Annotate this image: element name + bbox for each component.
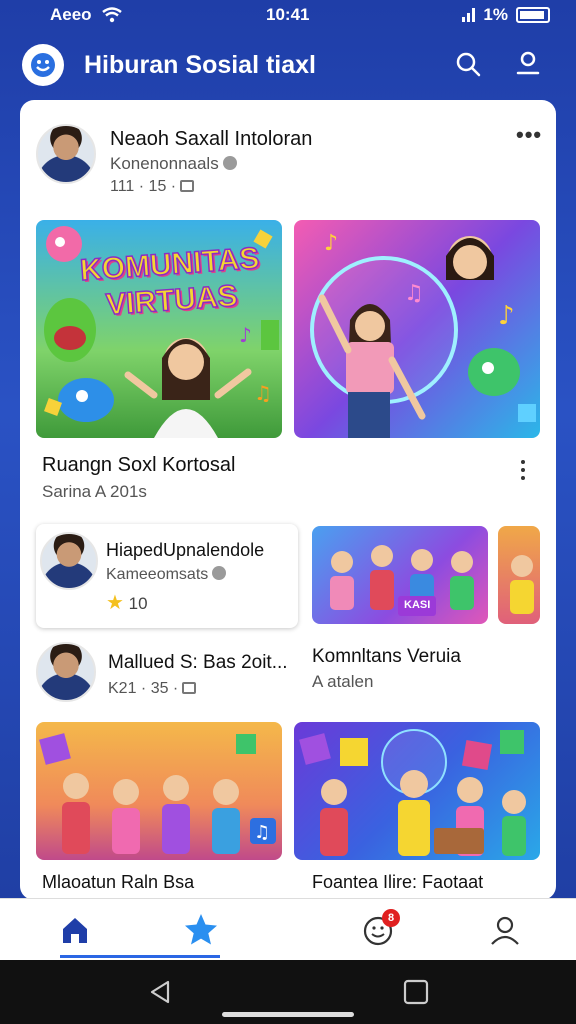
- verified-icon: [212, 566, 227, 580]
- game-party-illustration: [299, 729, 526, 856]
- svg-text:♪: ♪: [239, 323, 252, 347]
- notification-badge: 8: [382, 909, 400, 927]
- section-title[interactable]: Ruangn Soxl Kortosal: [42, 454, 235, 477]
- post-meta: 111 · 15 ·: [110, 178, 195, 196]
- svg-text:♪: ♪: [324, 231, 338, 256]
- nav-notifications[interactable]: 8: [356, 907, 402, 953]
- signal-icon: [462, 8, 476, 22]
- music-party-illustration: ♪ ♫ ♪: [310, 231, 536, 438]
- section-subtitle: Sarina A 201s: [42, 482, 147, 501]
- system-nav-bar: [0, 960, 576, 1024]
- user-icon: [491, 916, 519, 945]
- star-icon: ★: [106, 592, 124, 614]
- post-author-subtitle-text: Konenonnaals: [110, 154, 219, 173]
- caption-left[interactable]: Mlaoatun Raln Bsa: [42, 872, 194, 893]
- recents-button[interactable]: [402, 978, 430, 1011]
- avatar[interactable]: [36, 642, 96, 702]
- app-title: Hiburan Sosial tiaxl: [84, 51, 317, 79]
- avatar[interactable]: [36, 124, 96, 184]
- bottom-nav: 8: [0, 898, 576, 960]
- search-button[interactable]: [450, 46, 486, 82]
- group-dance-illustration: [330, 545, 474, 616]
- star-icon: [185, 914, 217, 945]
- feed-card: Neaoh Saxall Intoloran Konenonnaals 111 …: [20, 100, 556, 900]
- user-icon: [516, 51, 540, 75]
- post2-meta-text: K21 · 35 ·: [108, 680, 179, 697]
- post-meta-text: 111 · 15 ·: [110, 178, 177, 195]
- game-party-image[interactable]: [294, 722, 540, 860]
- banner-text: KASI: [404, 599, 431, 611]
- suggested-user-subtitle-text: Kameeomsats: [106, 566, 209, 583]
- more-options-icon[interactable]: •••: [516, 122, 542, 148]
- post-author-subtitle: Konenonnaals: [110, 154, 237, 174]
- svg-text:♫: ♫: [404, 281, 424, 306]
- svg-text:♫: ♫: [254, 381, 272, 405]
- komunitas-image[interactable]: ♪ ♫ KOMUNITAS VIRTUAS: [36, 220, 282, 438]
- home-gesture-pill[interactable]: [222, 1012, 354, 1017]
- rating-value: 10: [128, 594, 148, 613]
- rating: ★ 10: [106, 590, 148, 615]
- app-header: Hiburan Sosial tiaxl: [0, 36, 576, 94]
- image-icon: [180, 180, 195, 192]
- smile-logo-icon: [31, 53, 55, 77]
- caption-right[interactable]: Foantea Ilire: Faotaat: [312, 872, 483, 893]
- status-bar: Aeeo 10:41 1%: [0, 0, 576, 32]
- wifi-icon: [101, 7, 122, 23]
- nav-favorites[interactable]: [178, 907, 224, 953]
- celebration-illustration: ♫: [39, 733, 276, 854]
- clock-text: 10:41: [266, 5, 310, 24]
- svg-text:♪: ♪: [498, 301, 515, 331]
- active-tab-indicator: [60, 955, 220, 958]
- side-item-subtitle: A atalen: [312, 672, 374, 691]
- carrier-text: Aeeo: [50, 5, 92, 24]
- celebration-image[interactable]: ♫: [36, 722, 282, 860]
- girl-image[interactable]: [498, 526, 540, 624]
- post2-author-name[interactable]: Mallued S: Bas 2oit...: [108, 652, 288, 674]
- recents-square-icon: [403, 979, 429, 1005]
- section-more-icon[interactable]: [520, 460, 526, 480]
- search-icon: [456, 52, 481, 77]
- image-icon: [182, 682, 197, 694]
- app-logo[interactable]: [22, 44, 64, 86]
- nav-profile[interactable]: [482, 907, 528, 953]
- avatar[interactable]: [40, 532, 98, 590]
- side-item-title[interactable]: Komnltans Veruia: [312, 646, 461, 668]
- music-party-image[interactable]: ♪ ♫ ♪: [294, 220, 540, 438]
- battery-icon: [516, 7, 550, 23]
- girl-illustration: [510, 555, 534, 614]
- battery-text: 1%: [483, 5, 508, 24]
- nav-home[interactable]: [52, 907, 98, 953]
- group-dance-image[interactable]: KASI: [312, 526, 488, 624]
- home-icon: [63, 918, 87, 943]
- post2-meta: K21 · 35 ·: [108, 680, 197, 698]
- back-button[interactable]: [146, 978, 174, 1011]
- svg-text:♫: ♫: [254, 822, 270, 843]
- profile-button[interactable]: [510, 46, 546, 82]
- suggested-user-name[interactable]: HiapedUpnalendole: [106, 540, 264, 561]
- suggested-user-subtitle: Kameeomsats: [106, 566, 227, 584]
- suggested-user-card[interactable]: HiapedUpnalendole Kameeomsats ★ 10: [36, 524, 298, 628]
- verified-icon: [222, 156, 237, 170]
- back-triangle-icon: [150, 980, 170, 1004]
- post-author-name[interactable]: Neaoh Saxall Intoloran: [110, 128, 312, 151]
